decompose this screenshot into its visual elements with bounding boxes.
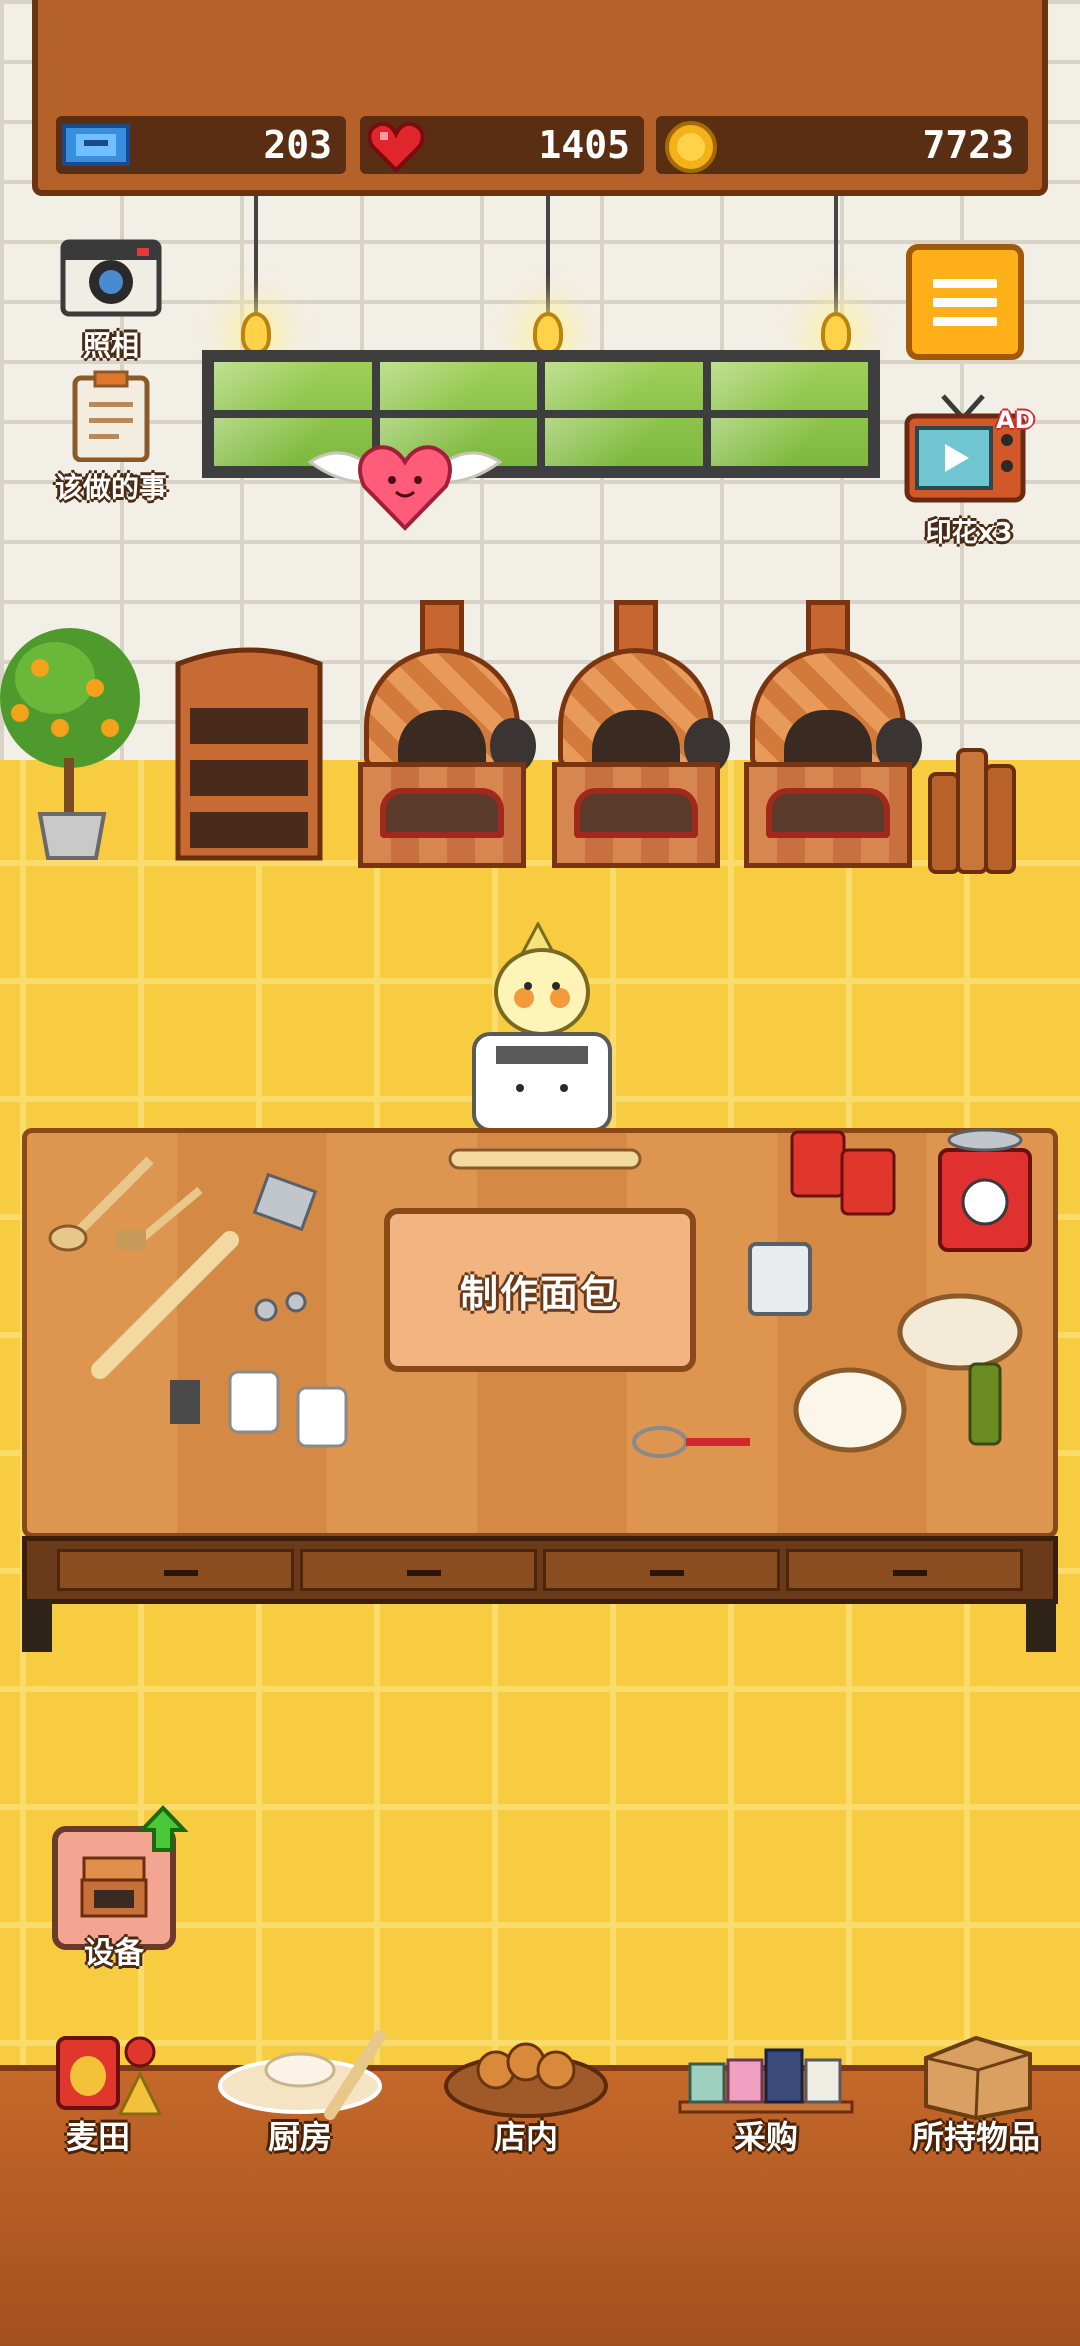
nav-kitchen[interactable]: 厨房	[210, 2030, 390, 2170]
equipment-label: 设备	[84, 1936, 144, 1971]
coin-counter: 7723	[656, 116, 1028, 174]
baker-character[interactable]	[462, 922, 622, 1132]
camera-label: 照相	[82, 329, 139, 362]
coin-count: 7723	[922, 123, 1014, 167]
heart-count: 1405	[538, 123, 630, 167]
shelf-goods-icon	[678, 2048, 854, 2114]
light-bulb	[533, 312, 563, 354]
wheat-field-icon	[56, 2036, 163, 2116]
lamp-cord	[834, 196, 838, 316]
nav-purchase[interactable]: 采购	[676, 2030, 856, 2170]
nav-inventory[interactable]: 所持物品	[886, 2030, 1066, 2170]
nav-wheat-field[interactable]: 麦田	[8, 2030, 188, 2170]
firewood-pile	[928, 748, 1016, 874]
light-bulb	[241, 312, 271, 354]
lamp-cord	[254, 196, 258, 316]
oven-2[interactable]	[552, 600, 730, 868]
nav-label: 所持物品	[911, 2118, 1040, 2156]
clipboard-icon	[72, 370, 150, 463]
winged-heart-icon[interactable]	[300, 432, 510, 532]
camera-icon	[60, 239, 162, 317]
nav-label: 麦田	[65, 2118, 130, 2156]
bread-rack	[175, 647, 323, 861]
kitchen-icon	[218, 2030, 386, 2120]
nav-label: 店内	[493, 2118, 558, 2156]
menu-button[interactable]	[906, 244, 1024, 360]
ad-badge: AD	[996, 406, 1035, 434]
lamp-cord	[546, 196, 550, 316]
heart-counter: 1405	[360, 116, 644, 174]
counter-drawers	[22, 1536, 1058, 1604]
coin-icon	[665, 121, 717, 173]
oven-3[interactable]	[744, 600, 922, 868]
bread-basket-icon	[444, 2042, 608, 2118]
potted-tree	[0, 628, 140, 860]
stamps-label: 印花x3	[925, 518, 1013, 548]
nav-label: 采购	[733, 2118, 798, 2156]
light-bulb	[821, 312, 851, 354]
counter-leg	[22, 1600, 52, 1652]
menu-icon	[933, 278, 997, 288]
nav-shop[interactable]: 店内	[436, 2030, 616, 2170]
counter-leg	[1026, 1600, 1056, 1652]
ticket-counter: 203	[56, 116, 346, 174]
upgrade-arrow-icon	[138, 1805, 188, 1852]
todo-label: 该做的事	[54, 471, 167, 504]
nav-label: 厨房	[267, 2118, 332, 2156]
todo-button[interactable]: 该做的事	[26, 370, 196, 506]
camera-button[interactable]: 照相	[36, 236, 186, 364]
make-bread-button[interactable]: 制作面包	[384, 1208, 696, 1372]
heart-icon	[367, 121, 425, 173]
oven-1[interactable]	[358, 600, 536, 868]
ticket-count: 203	[263, 123, 332, 167]
ticket-icon	[62, 124, 130, 166]
box-icon	[924, 2035, 1032, 2121]
ad-stamps-button[interactable]: AD 印花x3	[896, 392, 1042, 549]
